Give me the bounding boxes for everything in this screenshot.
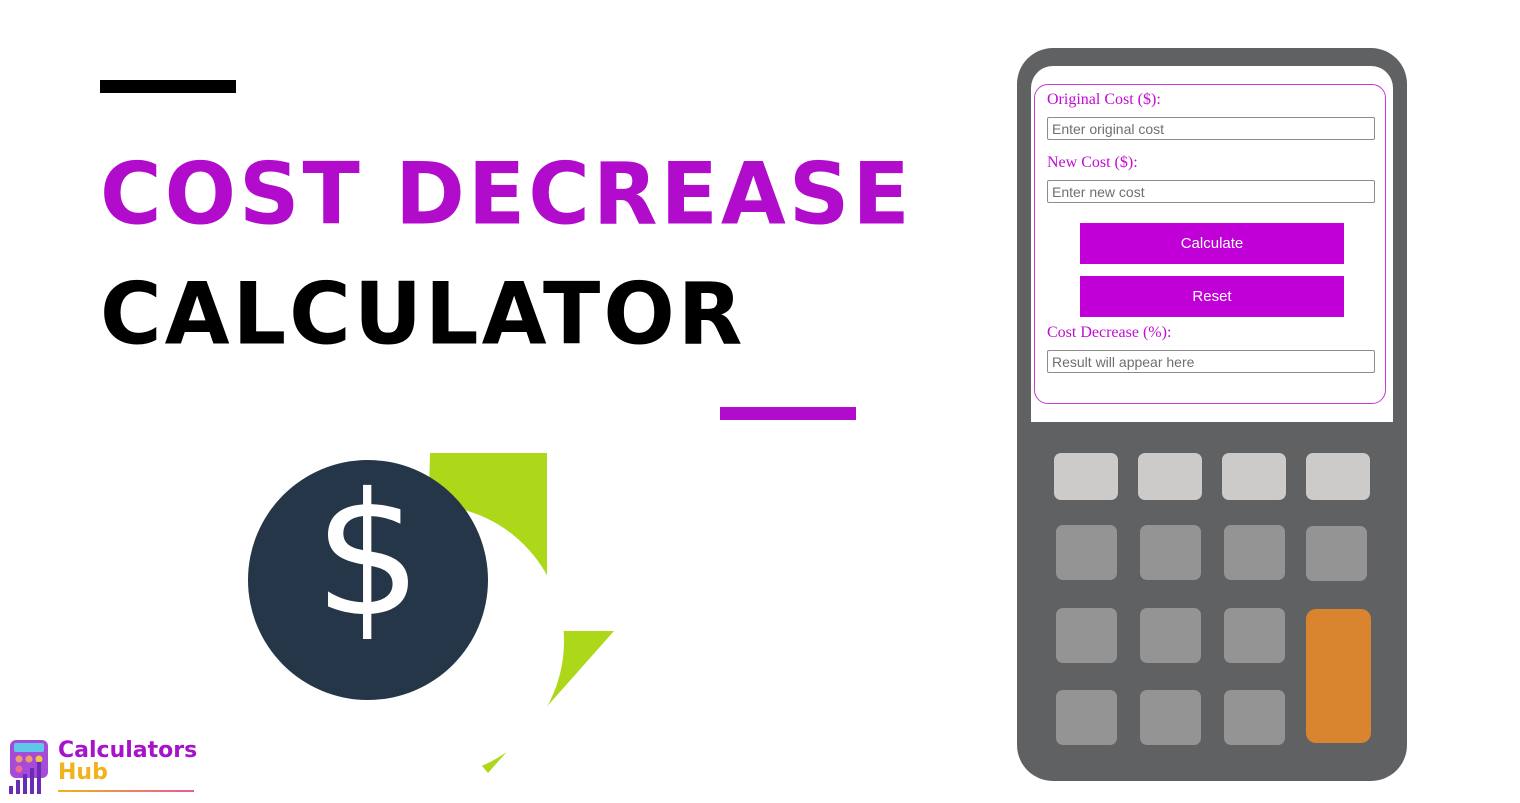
keypad-key	[1138, 453, 1202, 500]
keypad-key	[1224, 608, 1285, 663]
logo-text-hub: Hub	[58, 760, 108, 785]
keypad-key	[1306, 453, 1370, 500]
keypad-key	[1222, 453, 1286, 500]
dollar-decrease-icon: $	[240, 440, 630, 780]
keypad-key	[1306, 526, 1367, 581]
keypad-key	[1140, 690, 1201, 745]
calculator-logo-icon	[9, 740, 48, 794]
keypad-key	[1054, 453, 1118, 500]
headline-line-2: CALCULATOR	[100, 264, 746, 364]
keypad-key	[1140, 608, 1201, 663]
decorative-bar-bottom	[720, 407, 856, 420]
keypad-equals-key	[1306, 609, 1371, 743]
headline-line-1: COST DECREASE	[100, 144, 913, 244]
keypad-key	[1140, 525, 1201, 580]
keypad-key	[1056, 525, 1117, 580]
keypad	[1017, 48, 1407, 781]
decorative-bar-top	[100, 80, 236, 93]
keypad-key	[1056, 690, 1117, 745]
calculator-device: Original Cost ($): New Cost ($): Calcula…	[1017, 48, 1407, 781]
keypad-key	[1224, 690, 1285, 745]
calculators-hub-logo[interactable]: Calculators Hub	[6, 738, 198, 798]
keypad-key	[1056, 608, 1117, 663]
logo-text-calculators: Calculators	[58, 738, 198, 763]
dollar-sign-icon: $	[314, 457, 422, 655]
keypad-key	[1224, 525, 1285, 580]
logo-underline	[58, 790, 194, 792]
